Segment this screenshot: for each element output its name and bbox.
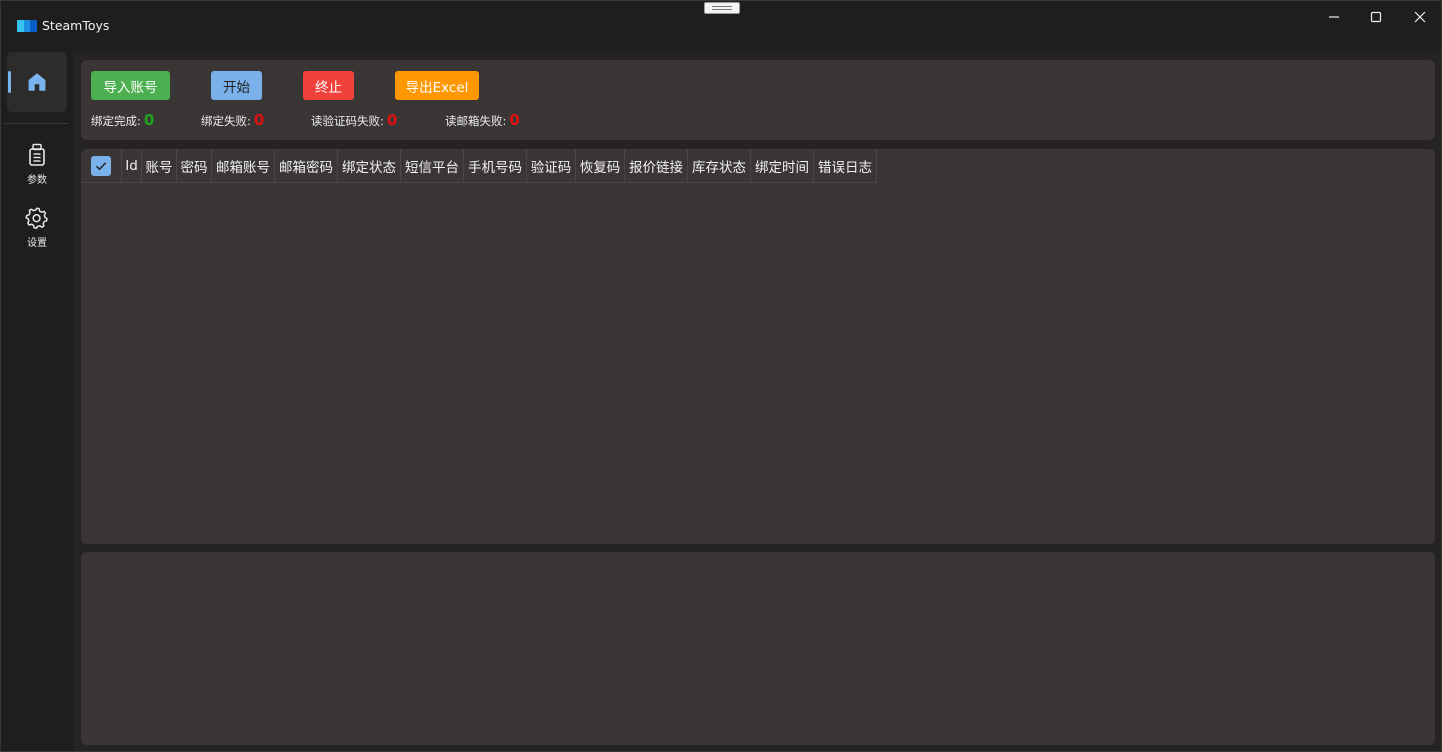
check-icon bbox=[96, 162, 107, 171]
bind-fail-stat: 绑定失败: 0 bbox=[201, 111, 264, 129]
toolbar-panel: 导入账号 开始 终止 导出Excel 绑定完成: 0 绑定失败: 0 读验证码失… bbox=[81, 60, 1435, 140]
sidebar-item-label: 设置 bbox=[27, 238, 47, 249]
app-window: SteamToys 参数 设置 导入账号 开始 终止 导出Excel 绑定完成:… bbox=[0, 0, 1442, 752]
column-header[interactable]: 验证码 bbox=[527, 149, 576, 183]
column-header[interactable]: 账号 bbox=[142, 149, 177, 183]
column-header[interactable]: 手机号码 bbox=[464, 149, 527, 183]
sidebar-item-params[interactable]: 参数 bbox=[7, 143, 67, 199]
column-header[interactable]: 报价链接 bbox=[625, 149, 688, 183]
read-mail-fail-stat: 读邮箱失败: 0 bbox=[445, 111, 520, 129]
bind-fail-value: 0 bbox=[253, 111, 265, 129]
drag-handle[interactable] bbox=[704, 2, 740, 14]
import-accounts-button[interactable]: 导入账号 bbox=[91, 71, 170, 100]
app-title: SteamToys bbox=[42, 18, 110, 33]
select-all-cell bbox=[81, 149, 122, 183]
start-button[interactable]: 开始 bbox=[211, 71, 262, 100]
home-icon bbox=[28, 73, 46, 91]
main-content: 导入账号 开始 终止 导出Excel 绑定完成: 0 绑定失败: 0 读验证码失… bbox=[73, 51, 1441, 751]
stop-button[interactable]: 终止 bbox=[303, 71, 354, 100]
read-code-fail-value: 0 bbox=[386, 111, 398, 129]
close-icon bbox=[1414, 11, 1426, 23]
column-header[interactable]: 密码 bbox=[177, 149, 212, 183]
selected-indicator bbox=[8, 71, 11, 93]
maximize-icon bbox=[1370, 11, 1382, 23]
bind-done-value: 0 bbox=[143, 111, 155, 129]
sidebar-item-settings[interactable]: 设置 bbox=[7, 206, 67, 262]
read-mail-fail-value: 0 bbox=[509, 111, 520, 129]
minimize-icon bbox=[1329, 16, 1339, 18]
column-header[interactable]: 绑定状态 bbox=[338, 149, 401, 183]
gear-icon bbox=[25, 207, 48, 229]
column-header[interactable]: 绑定时间 bbox=[751, 149, 814, 183]
sidebar-divider bbox=[5, 123, 68, 124]
bind-done-stat: 绑定完成: 0 bbox=[91, 111, 154, 129]
read-mail-fail-label: 读邮箱失败: bbox=[445, 114, 507, 128]
bind-done-label: 绑定完成: bbox=[91, 114, 141, 128]
table-header: Id 账号 密码 邮箱账号 邮箱密码 绑定状态 短信平台 手机号码 验证码 恢复… bbox=[81, 149, 877, 183]
read-code-fail-stat: 读验证码失败: 0 bbox=[311, 111, 397, 129]
sidebar: 参数 设置 bbox=[1, 51, 73, 751]
close-button[interactable] bbox=[1397, 1, 1442, 33]
column-header[interactable]: Id bbox=[122, 149, 142, 183]
accounts-table[interactable]: Id 账号 密码 邮箱账号 邮箱密码 绑定状态 短信平台 手机号码 验证码 恢复… bbox=[81, 149, 1435, 544]
export-excel-button[interactable]: 导出Excel bbox=[395, 71, 479, 100]
log-panel[interactable] bbox=[81, 552, 1435, 745]
column-header[interactable]: 邮箱密码 bbox=[275, 149, 338, 183]
params-icon bbox=[29, 143, 45, 166]
app-logo-icon bbox=[17, 20, 37, 32]
sidebar-item-label: 参数 bbox=[27, 175, 47, 186]
sidebar-item-home[interactable] bbox=[7, 52, 67, 112]
read-code-fail-label: 读验证码失败: bbox=[311, 114, 384, 128]
select-all-checkbox[interactable] bbox=[91, 156, 111, 176]
title-bar[interactable]: SteamToys bbox=[1, 1, 1441, 51]
column-header[interactable]: 短信平台 bbox=[401, 149, 464, 183]
column-header[interactable]: 恢复码 bbox=[576, 149, 625, 183]
minimize-button[interactable] bbox=[1311, 1, 1357, 33]
column-header[interactable]: 邮箱账号 bbox=[212, 149, 275, 183]
column-header[interactable]: 错误日志 bbox=[814, 149, 877, 183]
bind-fail-label: 绑定失败: bbox=[201, 114, 251, 128]
column-header[interactable]: 库存状态 bbox=[688, 149, 751, 183]
maximize-button[interactable] bbox=[1353, 1, 1399, 33]
